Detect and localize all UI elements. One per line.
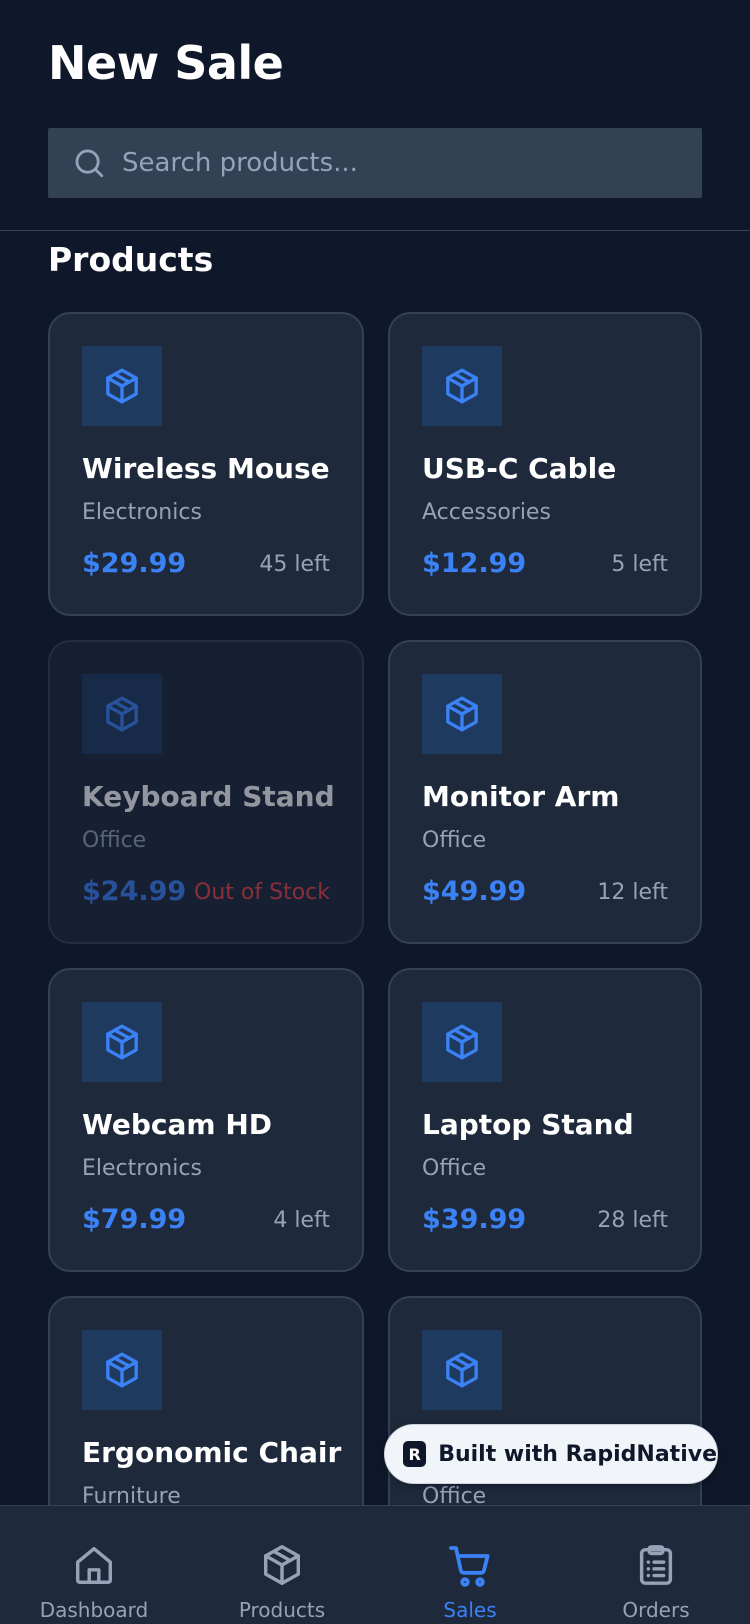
box-icon [106,1352,138,1388]
product-stock: 4 left [273,1208,330,1233]
nav-item-dashboard[interactable]: Dashboard [0,1506,188,1624]
box-icon [446,696,478,732]
product-name: Ergonomic Chair [82,1436,342,1469]
box-icon [106,1024,138,1060]
built-with-badge[interactable]: R Built with RapidNative [384,1424,718,1484]
product-price: $79.99 [82,1204,187,1235]
product-price: $12.99 [422,548,527,579]
clipboard-icon [639,1545,673,1585]
product-card[interactable]: Wireless Mouse Electronics $29.99 45 lef… [48,312,364,616]
box-icon [106,696,138,732]
product-card[interactable]: Webcam HD Electronics $79.99 4 left [48,968,364,1272]
nav-label: Orders [622,1598,690,1622]
product-card[interactable]: USB-C Cable Accessories $12.99 5 left [388,312,702,616]
box-icon [446,1024,478,1060]
rapidnative-logo-icon: R [403,1441,427,1467]
nav-label: Sales [443,1598,497,1622]
product-category: Electronics [82,500,202,525]
product-name: Webcam HD [82,1108,273,1141]
product-icon-box [82,674,162,754]
product-name: Wireless Mouse [82,452,330,485]
product-price: $39.99 [422,1204,527,1235]
cart-icon [449,1546,490,1587]
product-name: Laptop Stand [422,1108,634,1141]
search-input[interactable] [122,148,682,178]
out-of-stock-label: Out of Stock [194,880,330,905]
search-box[interactable] [48,128,702,198]
product-icon-box [422,1330,502,1410]
nav-item-orders[interactable]: Orders [562,1506,750,1624]
product-price: $24.99 [82,876,187,907]
box-icon [446,1352,478,1388]
product-icon-box [422,346,502,426]
product-icon-box [82,1330,162,1410]
product-category: Office [422,828,487,853]
product-icon-box [422,1002,502,1082]
section-title: Products [48,240,214,279]
nav-item-products[interactable]: Products [188,1506,376,1624]
product-category: Office [82,828,147,853]
product-stock: 28 left [597,1208,668,1233]
product-name: Keyboard Stand [82,780,335,813]
product-card[interactable]: Keyboard Stand Office $24.99 Out of Stoc… [48,640,364,944]
page-title: New Sale [48,36,284,90]
product-name: USB-C Cable [422,452,617,485]
product-stock: 45 left [259,552,330,577]
product-category: Electronics [82,1156,202,1181]
search-icon [75,149,104,178]
product-icon-box [82,346,162,426]
product-icon-box [82,1002,162,1082]
product-card[interactable]: Laptop Stand Office $39.99 28 left [388,968,702,1272]
product-name: Monitor Arm [422,780,620,813]
product-price: $49.99 [422,876,527,907]
nav-label: Dashboard [39,1598,149,1622]
bottom-nav: Dashboard Products Sales Orders [0,1505,750,1624]
badge-text: Built with RapidNative [438,1441,717,1467]
nav-label: Products [238,1598,326,1622]
product-price: $29.99 [82,548,187,579]
box-icon [106,368,138,404]
product-category: Accessories [422,500,551,525]
home-icon [75,1546,113,1584]
product-stock: 12 left [597,880,668,905]
nav-item-sales[interactable]: Sales [376,1506,564,1624]
box-icon [446,368,478,404]
product-stock: 5 left [611,552,668,577]
header: New Sale [0,0,750,231]
product-category: Office [422,1156,487,1181]
box-icon [263,1545,301,1585]
product-icon-box [422,674,502,754]
product-card[interactable]: Monitor Arm Office $49.99 12 left [388,640,702,944]
